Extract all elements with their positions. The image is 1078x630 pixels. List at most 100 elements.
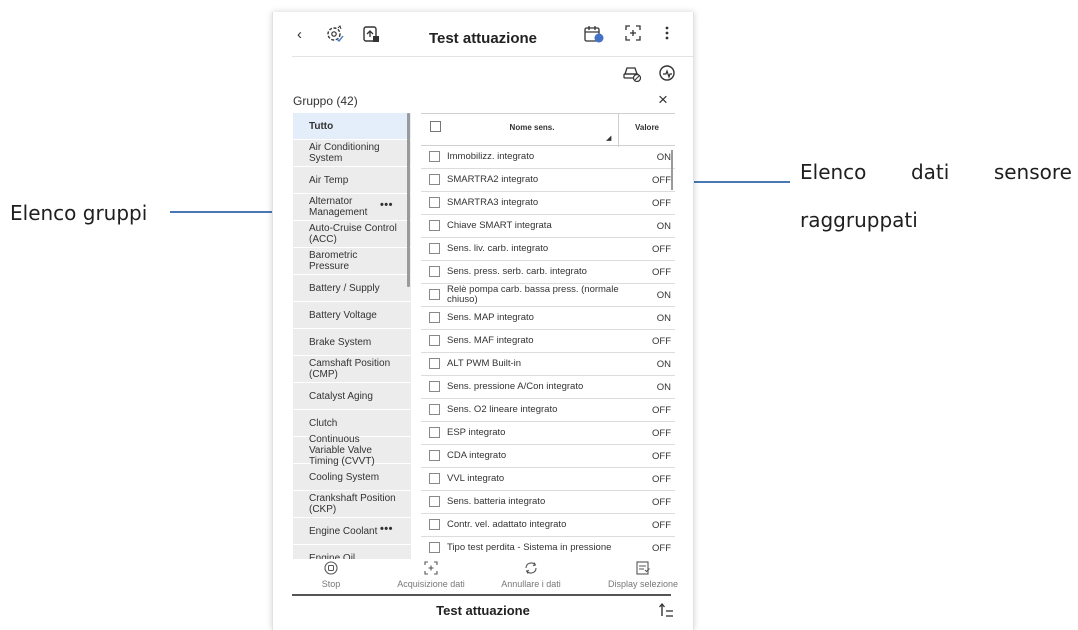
- table-row[interactable]: Sens. MAP integrato ON: [421, 307, 675, 330]
- table-row[interactable]: Sens. pressione A/Con integrato ON: [421, 376, 675, 399]
- table-row[interactable]: SMARTRA2 integrato OFF: [421, 169, 675, 192]
- capture-icon[interactable]: [624, 24, 642, 45]
- table-row[interactable]: Immobilizz. integrato ON: [421, 146, 675, 169]
- divider: [292, 594, 671, 596]
- table-row[interactable]: Sens. batteria integrato OFF: [421, 491, 675, 514]
- sensor-value: OFF: [652, 243, 671, 255]
- group-item-label: Camshaft Position (CMP): [309, 358, 391, 380]
- table-row[interactable]: ALT PWM Built-in ON: [421, 353, 675, 376]
- sensor-name: Chiave SMART integrata: [447, 220, 552, 231]
- row-checkbox[interactable]: [429, 197, 440, 208]
- row-checkbox[interactable]: [429, 404, 440, 415]
- row-checkbox[interactable]: [429, 381, 440, 392]
- row-checkbox[interactable]: [429, 427, 440, 438]
- bottom-title: Test attuazione: [436, 603, 530, 618]
- more-horizontal-icon[interactable]: •••: [380, 200, 393, 211]
- select-all-checkbox[interactable]: [430, 121, 441, 132]
- sensor-name: Sens. O2 lineare integrato: [447, 404, 558, 415]
- row-checkbox[interactable]: [429, 174, 440, 185]
- table-row[interactable]: ESP integrato OFF: [421, 422, 675, 445]
- group-item[interactable]: Engine Oil: [293, 545, 411, 560]
- pin-icon[interactable]: [658, 602, 674, 621]
- row-checkbox[interactable]: [429, 243, 440, 254]
- group-item[interactable]: Catalyst Aging: [293, 383, 411, 410]
- table-row[interactable]: SMARTRA3 integrato OFF: [421, 192, 675, 215]
- group-list-scrollbar[interactable]: [407, 113, 410, 287]
- row-checkbox[interactable]: [429, 312, 440, 323]
- calendar-icon[interactable]: [583, 24, 605, 48]
- top-app-bar: ‹ Test attuazione: [273, 12, 693, 57]
- car-icon[interactable]: [622, 64, 642, 85]
- sensor-name: Sens. pressione A/Con integrato: [447, 381, 584, 392]
- group-item[interactable]: Crankshaft Position (CKP): [293, 491, 411, 518]
- group-item[interactable]: Air Temp: [293, 167, 411, 194]
- group-item[interactable]: Continuous Variable Valve Timing (CVVT): [293, 433, 411, 467]
- more-vertical-icon[interactable]: [664, 24, 670, 46]
- table-row[interactable]: Sens. O2 lineare integrato OFF: [421, 399, 675, 422]
- display-selection-button[interactable]: Display selezione: [591, 561, 693, 589]
- sensor-value: ON: [656, 289, 671, 301]
- table-row[interactable]: Sens. MAF integrato OFF: [421, 330, 675, 353]
- table-row[interactable]: Relè pompa carb. bassa press. (normale c…: [421, 284, 675, 307]
- group-item[interactable]: Engine Coolant •••: [293, 518, 411, 545]
- group-item[interactable]: Cooling System: [293, 464, 411, 491]
- sensor-value: OFF: [652, 266, 671, 278]
- table-row[interactable]: Tipo test perdita - Sistema in pressione…: [421, 537, 675, 559]
- table-row[interactable]: VVL integrato OFF: [421, 468, 675, 491]
- row-checkbox[interactable]: [429, 151, 440, 162]
- table-row[interactable]: Sens. press. serb. carb. integrato OFF: [421, 261, 675, 284]
- table-body: Immobilizz. integrato ON SMARTRA2 integrat…: [421, 146, 675, 559]
- group-list: Tutto Air Conditioning System Air Temp Alte…: [293, 113, 411, 559]
- close-icon[interactable]: ×: [658, 90, 668, 110]
- group-item[interactable]: Camshaft Position (CMP): [293, 356, 411, 383]
- sort-icon[interactable]: ◢: [606, 134, 611, 142]
- annotation-word: Elenco: [800, 160, 867, 184]
- table-row[interactable]: Contr. vel. adattato integrato OFF: [421, 514, 675, 537]
- row-checkbox[interactable]: [429, 220, 440, 231]
- display-icon: [591, 561, 693, 578]
- table-header: Nome sens. ◢ Valore: [421, 113, 675, 147]
- sensor-value: OFF: [652, 404, 671, 416]
- group-item[interactable]: Alternator Management •••: [293, 194, 411, 221]
- group-item[interactable]: Barometric Pressure: [293, 248, 411, 275]
- group-item[interactable]: Battery Voltage: [293, 302, 411, 329]
- column-header-value[interactable]: Valore: [619, 123, 675, 132]
- data-acquisition-button[interactable]: Acquisizione dati: [379, 561, 483, 589]
- row-checkbox[interactable]: [429, 358, 440, 369]
- row-checkbox[interactable]: [429, 496, 440, 507]
- group-item[interactable]: Brake System: [293, 329, 411, 356]
- table-row[interactable]: CDA integrato OFF: [421, 445, 675, 468]
- row-checkbox[interactable]: [429, 335, 440, 346]
- row-checkbox[interactable]: [429, 519, 440, 530]
- group-item-label: Continuous Variable Valve Timing (CVVT): [309, 433, 375, 467]
- bottom-action-bar: Stop Acquisizione dati Annullare i dati …: [273, 559, 693, 593]
- table-scrollbar[interactable]: [671, 150, 673, 190]
- engine-icon[interactable]: [658, 64, 676, 85]
- group-item[interactable]: Tutto: [293, 113, 411, 140]
- group-item-label: Engine Coolant: [309, 525, 378, 537]
- group-item-label: Air Temp: [309, 174, 349, 186]
- sensor-value: ON: [656, 151, 671, 163]
- annotation-word: dati: [910, 160, 950, 184]
- row-checkbox[interactable]: [429, 289, 440, 300]
- more-horizontal-icon[interactable]: •••: [380, 524, 393, 535]
- group-item[interactable]: Air Conditioning System: [293, 140, 411, 167]
- sensor-value: OFF: [652, 197, 671, 209]
- group-item[interactable]: Auto-Cruise Control (ACC): [293, 221, 411, 248]
- table-row[interactable]: Sens. liv. carb. integrato OFF: [421, 238, 675, 261]
- column-header-name[interactable]: Nome sens.: [445, 123, 619, 132]
- group-item-label: Tutto: [309, 120, 334, 132]
- sensor-name: ESP integrato: [447, 427, 506, 438]
- undo-data-button[interactable]: Annullare i dati: [479, 561, 583, 589]
- sensor-name: Contr. vel. adattato integrato: [447, 519, 567, 530]
- sensor-value: OFF: [652, 335, 671, 347]
- group-item[interactable]: Battery / Supply: [293, 275, 411, 302]
- table-row[interactable]: Chiave SMART integrata ON: [421, 215, 675, 238]
- stop-icon: [311, 561, 351, 578]
- row-checkbox[interactable]: [429, 542, 440, 553]
- sensor-name: Immobilizz. integrato: [447, 151, 535, 162]
- row-checkbox[interactable]: [429, 473, 440, 484]
- row-checkbox[interactable]: [429, 266, 440, 277]
- stop-button[interactable]: Stop: [311, 561, 351, 589]
- row-checkbox[interactable]: [429, 450, 440, 461]
